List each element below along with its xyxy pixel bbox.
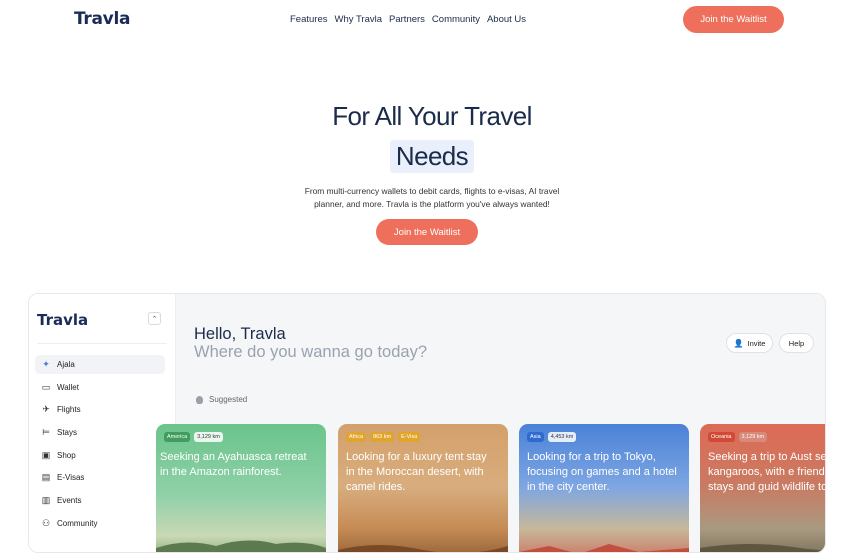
suggestion-card[interactable]: Oceania 3,129 km Seeking a trip to Aust … (700, 424, 825, 552)
app-sidebar: Travla ⌃ ✦ Ajala ▭ Wallet ✈ Flights ⊨ St… (29, 294, 176, 552)
nav-links: Features Why Travla Partners Community A… (290, 14, 526, 25)
hero-join-waitlist-button[interactable]: Join the Waitlist (376, 219, 478, 245)
sidebar-item-flights[interactable]: ✈ Flights (35, 400, 165, 419)
join-waitlist-button[interactable]: Join the Waitlist (683, 6, 784, 33)
desert-image (338, 545, 508, 552)
hero-title-highlight: Needs (389, 140, 475, 173)
sidebar-item-shop[interactable]: ▣ Shop (35, 446, 165, 465)
ticket-icon: ▥ (41, 495, 51, 506)
nav-link-partners[interactable]: Partners (389, 14, 425, 25)
nav-link-features[interactable]: Features (290, 14, 328, 25)
distance-tag: 3,129 km (194, 432, 223, 442)
distance-tag: 3,129 km (738, 432, 768, 442)
nav-link-community[interactable]: Community (432, 14, 480, 25)
lightbulb-icon (196, 395, 203, 404)
top-nav: Travla Features Why Travla Partners Comm… (0, 0, 864, 40)
evisa-tag: E-Visa (398, 432, 421, 442)
help-button[interactable]: Help (779, 333, 814, 353)
hero-title: For All Your Travel (332, 101, 532, 131)
wildlife-image (700, 544, 825, 552)
greeting-title: Hello, Travla (194, 325, 286, 343)
bag-icon: ▣ (41, 449, 51, 460)
hero-subtitle: From multi-currency wallets to debit car… (304, 186, 560, 209)
card-text: Looking for a luxury tent stay in the Mo… (346, 451, 487, 493)
sidebar-divider (37, 343, 167, 344)
app-logo: Travla (37, 311, 89, 329)
add-user-icon: 👤 (733, 338, 744, 348)
distance-tag: 863 km (370, 432, 395, 442)
region-tag: America (164, 432, 191, 442)
distance-tag: 4,453 km (547, 432, 577, 442)
suggested-label: Suggested (196, 395, 247, 404)
greeting-subtitle: Where do you wanna go today? (194, 343, 427, 361)
region-tag: Oceania (708, 432, 735, 442)
collapse-sidebar-icon[interactable]: ⌃ (148, 312, 161, 325)
sidebar-item-stays[interactable]: ⊨ Stays (35, 423, 165, 442)
card-text: Seeking a trip to Aust see kangaroos, wi… (708, 451, 825, 493)
wallet-icon: ▭ (41, 381, 51, 392)
brand-logo[interactable]: Travla (74, 9, 130, 29)
region-tag: Africa (346, 432, 367, 442)
airplane-icon: ✈ (42, 404, 50, 415)
app-main: Hello, Travla Where do you wanna go toda… (156, 294, 825, 552)
card-text: Looking for a trip to Tokyo, focusing on… (527, 451, 677, 493)
suggestion-card[interactable]: America 3,129 km Seeking an Ayahuasca re… (156, 424, 326, 552)
app-preview: Travla ⌃ ✦ Ajala ▭ Wallet ✈ Flights ⊨ St… (28, 293, 826, 553)
city-image (519, 544, 689, 552)
sidebar-item-ajala[interactable]: ✦ Ajala (35, 355, 165, 374)
sidebar-item-wallet[interactable]: ▭ Wallet (35, 378, 165, 397)
nav-link-about-us[interactable]: About Us (487, 14, 526, 25)
region-tag: Asia (527, 432, 544, 442)
mountain-image (156, 540, 326, 552)
card-text: Seeking an Ayahuasca retreat in the Amaz… (160, 451, 307, 478)
suggestion-card[interactable]: Asia 4,453 km Looking for a trip to Toky… (519, 424, 689, 552)
nav-link-why-travla[interactable]: Why Travla (335, 14, 383, 25)
invite-button[interactable]: 👤 Invite (726, 333, 773, 353)
sidebar-item-events[interactable]: ▥ Events (35, 491, 165, 510)
sidebar-item-community[interactable]: ⚇ Community (35, 514, 165, 533)
sidebar-menu: ✦ Ajala ▭ Wallet ✈ Flights ⊨ Stays ▣ Sho… (35, 355, 165, 537)
suggestion-card[interactable]: Africa 863 km E-Visa Looking for a luxur… (338, 424, 508, 552)
people-icon: ⚇ (41, 517, 51, 528)
document-icon: ▤ (41, 472, 51, 483)
sparkle-icon: ✦ (42, 359, 50, 369)
bed-icon: ⊨ (42, 427, 50, 438)
sidebar-item-evisas[interactable]: ▤ E-Visas (35, 468, 165, 487)
